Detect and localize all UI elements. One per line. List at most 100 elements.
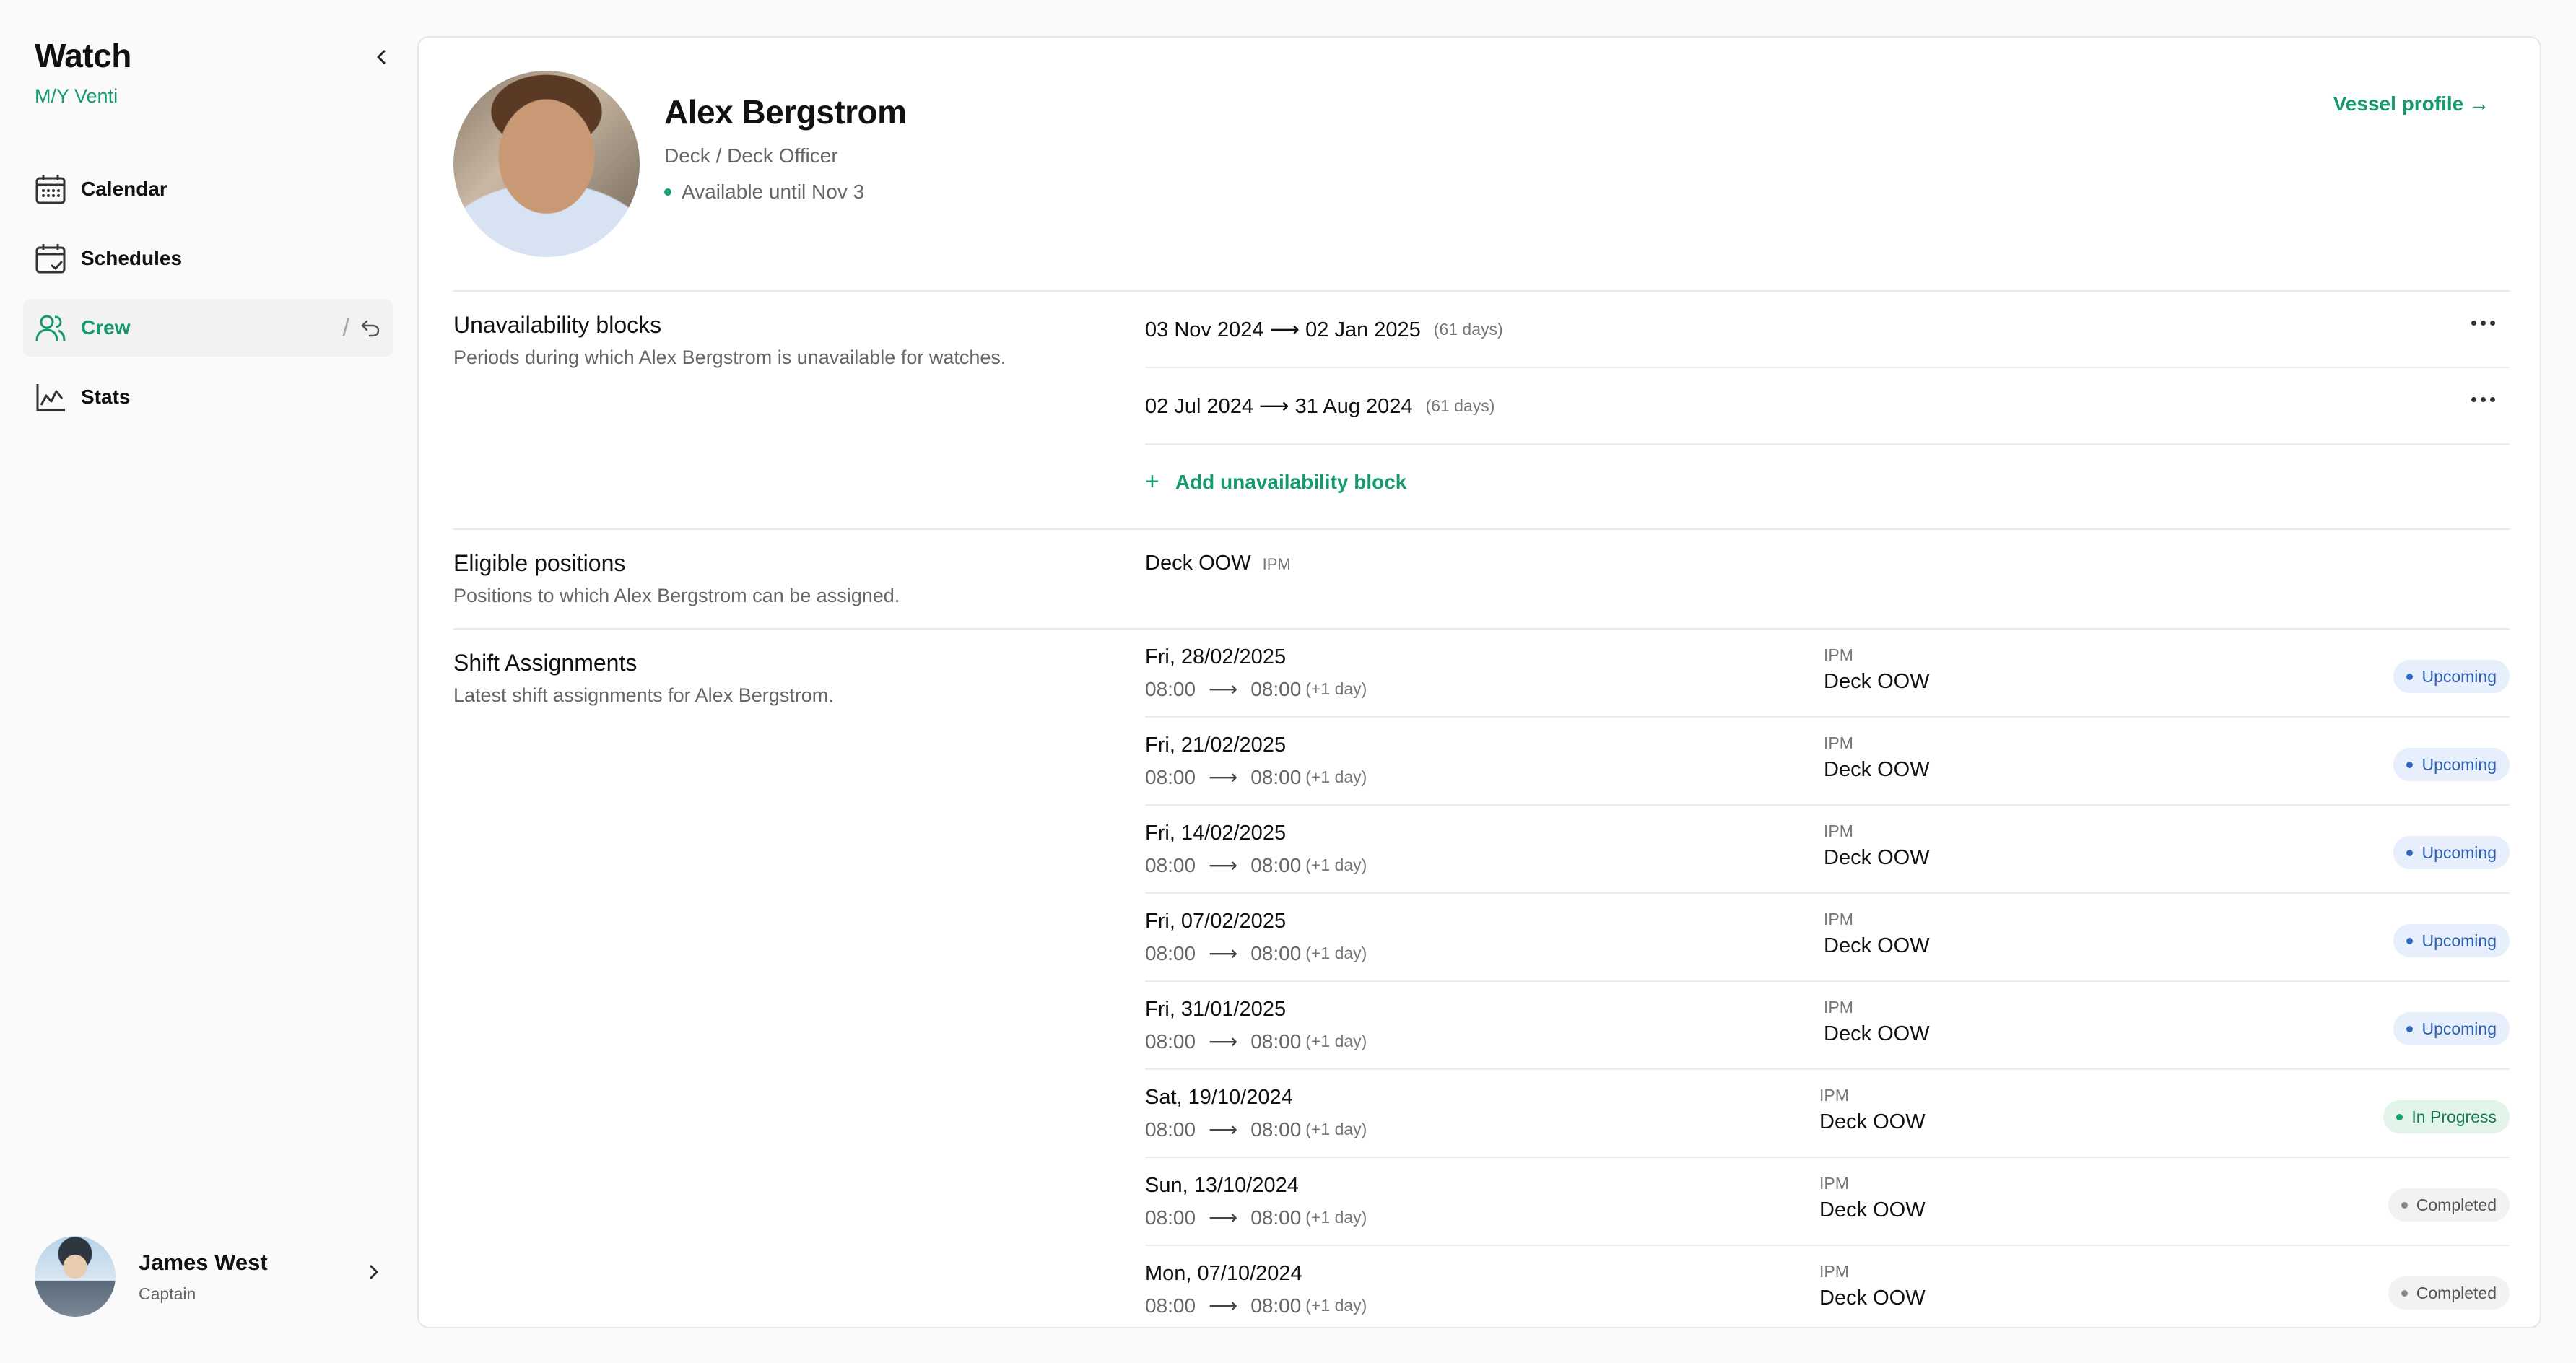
status-badge: Upcoming [2393,924,2510,957]
shift-start: 08:00 [1145,1118,1196,1141]
status-label: In Progress [2411,1107,2497,1126]
table-row[interactable]: Fri, 21/02/2025 08:00 ⟶ 08:00 (+1 day) IPM Dec… [1145,718,2510,806]
user-role: Captain [139,1284,196,1303]
unavailability-block[interactable]: 03 Nov 2024 ⟶ 02 Jan 2025 (61 days) [1145,292,2510,368]
unavailability-block[interactable]: 02 Jul 2024 ⟶ 31 Aug 2024 (61 days) [1145,368,2510,445]
shift-position-tag: IPM [1824,733,1853,752]
shift-plus-day: (+1 day) [1305,1296,1367,1315]
vessel-profile-link[interactable]: Vessel profile → [2333,92,2489,116]
add-unavailability-button[interactable]: + Add unavailability block [1145,468,1406,496]
block-range: 02 Jul 2024 ⟶ 31 Aug 2024 [1145,394,1413,418]
sidebar-item-label: Stats [81,386,131,408]
status-dot [664,188,671,196]
users-icon [35,312,66,344]
shift-position-tag: IPM [1824,910,1853,928]
shift-plus-day: (+1 day) [1305,767,1367,786]
status-dot [2401,1289,2408,1297]
table-row[interactable]: Fri, 07/02/2025 08:00 ⟶ 08:00 (+1 day) IPM Dec… [1145,894,2510,982]
block-days: (61 days) [1425,396,1495,415]
status-label: Upcoming [2421,931,2497,950]
sidebar-item-label: Calendar [81,178,167,200]
chart-icon [35,381,66,413]
position-name: Deck OOW [1145,552,1251,575]
calendar-check-icon [35,243,66,274]
shift-time: 08:00 ⟶ 08:00 (+1 day) [1145,941,1367,965]
shift-position: Deck OOW [1819,1198,1926,1222]
more-icon[interactable] [2471,397,2495,402]
shift-position-tag: IPM [1824,998,1853,1016]
shift-date: Fri, 07/02/2025 [1145,910,1287,933]
crew-item-actions: / [343,299,381,357]
section-description: Periods during which Alex Bergstrom is u… [453,347,1006,368]
shift-plus-day: (+1 day) [1305,1208,1367,1227]
sidebar-nav: Calendar Schedules Crew / Stats [23,160,393,437]
more-icon[interactable] [2471,321,2495,326]
table-row[interactable]: Fri, 28/02/2025 08:00 ⟶ 08:00 (+1 day) IPM Dec… [1145,630,2510,718]
profile-header: Alex Bergstrom Deck / Deck Officer Avail… [453,71,907,257]
shift-position-tag: IPM [1824,645,1853,664]
sidebar-item-calendar[interactable]: Calendar [23,160,393,218]
section-description: Positions to which Alex Bergstrom can be… [453,585,900,606]
shift-end: 08:00 [1250,765,1302,788]
shift-position-tag: IPM [1819,1262,1849,1281]
block-range: 03 Nov 2024 ⟶ 02 Jan 2025 [1145,318,1421,341]
shift-time: 08:00 ⟶ 08:00 (+1 day) [1145,853,1367,877]
arrow-right-icon: ⟶ [1209,854,1238,876]
sidebar-item-label: Crew [81,316,131,339]
table-row[interactable]: Fri, 31/01/2025 08:00 ⟶ 08:00 (+1 day) IPM Dec… [1145,982,2510,1070]
arrow-right-icon: ⟶ [1209,1206,1238,1229]
block-days: (61 days) [1433,319,1503,339]
profile-avatar [453,71,640,257]
shift-plus-day: (+1 day) [1305,679,1367,698]
shift-plus-day: (+1 day) [1305,855,1367,874]
shift-start: 08:00 [1145,941,1196,964]
vessel-name: M/Y Venti [35,85,118,107]
status-dot [2406,673,2414,680]
status-label: Upcoming [2421,842,2497,862]
unavailability-section: Unavailability blocks Periods during whi… [453,290,2510,567]
status-badge: Upcoming [2393,1012,2510,1045]
shift-plus-day: (+1 day) [1305,1032,1367,1050]
shift-date: Fri, 14/02/2025 [1145,822,1287,845]
calendar-icon [35,173,66,205]
user-info: James West Captain [139,1250,268,1304]
status-badge: Completed [2388,1276,2510,1310]
sidebar-item-crew[interactable]: Crew / [23,299,393,357]
status-dot [2406,761,2414,768]
table-row[interactable]: Mon, 07/10/2024 08:00 ⟶ 08:00 (+1 day) IPM Dec… [1145,1246,2510,1327]
sidebar-item-schedules[interactable]: Schedules [23,230,393,287]
sidebar-item-stats[interactable]: Stats [23,368,393,426]
arrow-right-icon: ⟶ [1209,766,1238,788]
availability-status: Available until Nov 3 [664,180,907,204]
status-dot [2406,849,2414,856]
arrow-right-icon: ⟶ [1209,1118,1238,1141]
shift-position: Deck OOW [1819,1110,1926,1133]
shift-end: 08:00 [1250,1206,1302,1229]
position-tag: IPM [1262,555,1291,573]
chevron-left-icon [377,50,386,64]
table-row[interactable]: Sun, 13/10/2024 08:00 ⟶ 08:00 (+1 day) IPM Dec… [1145,1158,2510,1246]
status-badge: In Progress [2383,1100,2510,1133]
status-label: Upcoming [2421,1019,2497,1038]
shift-end: 08:00 [1250,1118,1302,1141]
shift-position: Deck OOW [1819,1286,1926,1310]
shift-time: 08:00 ⟶ 08:00 (+1 day) [1145,765,1367,789]
shift-time: 08:00 ⟶ 08:00 (+1 day) [1145,1118,1367,1141]
undo-icon[interactable] [360,317,381,339]
status-badge: Upcoming [2393,660,2510,693]
sidebar-item-label: Schedules [81,247,183,269]
status-dot [2406,1025,2414,1032]
shift-end: 08:00 [1250,853,1302,876]
shift-start: 08:00 [1145,1294,1196,1317]
table-row[interactable]: Fri, 14/02/2025 08:00 ⟶ 08:00 (+1 day) IPM Dec… [1145,806,2510,894]
shift-position: Deck OOW [1824,934,1930,957]
collapse-sidebar-button[interactable] [368,43,396,71]
shifts-section: Shift Assignments Latest shift assignmen… [453,628,2510,1327]
status-label: Upcoming [2421,754,2497,774]
user-menu[interactable]: James West Captain [35,1234,388,1318]
position-item: Deck OOW IPM [1145,552,1291,575]
table-row[interactable]: Sat, 19/10/2024 08:00 ⟶ 08:00 (+1 day) IPM Dec… [1145,1070,2510,1158]
shift-start: 08:00 [1145,1029,1196,1053]
crew-detail-panel: Alex Bergstrom Deck / Deck Officer Avail… [417,36,2541,1328]
chevron-right-icon [370,1265,378,1279]
